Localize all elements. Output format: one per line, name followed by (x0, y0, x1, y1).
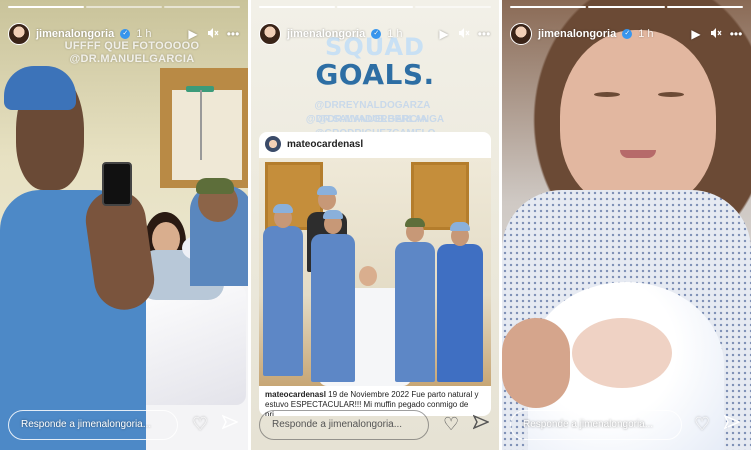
story-panel-2[interactable]: SQUAD GOALS. @DRREYNALDOGARZA @DR.SALVAD… (251, 0, 499, 450)
surgical-cap (323, 210, 343, 219)
story-username[interactable]: jimenalongoria (287, 28, 365, 40)
mute-icon[interactable] (457, 27, 471, 42)
story-time: 1 h (136, 28, 152, 40)
reply-input[interactable]: Responde a jimenalongoria... (510, 410, 682, 440)
surgical-cap (405, 218, 425, 227)
surgeon-figure (395, 242, 435, 382)
story-header: jimenalongoria ✓ 1 h ▶ ••• (8, 22, 240, 46)
phone-in-hand (102, 162, 132, 206)
mother-face (560, 30, 716, 210)
avatar[interactable] (8, 23, 30, 45)
mother-head (359, 266, 377, 286)
mother-smile (620, 150, 656, 158)
story-username[interactable]: jimenalongoria (538, 28, 616, 40)
story-header: jimenalongoria ✓ 1 h ▶ ••• (259, 22, 491, 46)
caption-username[interactable]: mateocardenasl (265, 390, 326, 399)
send-icon[interactable] (221, 414, 239, 435)
story-header: jimenalongoria ✓ 1 h ▶ ••• (510, 22, 743, 46)
medical-shelf (172, 90, 242, 180)
mother-hand (502, 318, 570, 408)
newborn-head (572, 318, 672, 388)
story-time: 1 h (387, 28, 403, 40)
send-icon[interactable] (723, 414, 741, 435)
mother-eye (658, 92, 684, 97)
play-icon[interactable]: ▶ (437, 27, 451, 41)
more-icon[interactable]: ••• (477, 27, 491, 41)
heart-icon[interactable]: ♡ (192, 414, 208, 435)
story-progress-bar (510, 6, 743, 8)
reshared-post-header: mateocardenasl (259, 132, 491, 156)
iv-line (200, 90, 202, 160)
reply-input[interactable]: Responde a jimenalongoria... (259, 410, 429, 440)
story-panel-1[interactable]: UFFFF QUE FOTOOOOO @DR.MANUELGARCIA jime… (0, 0, 248, 450)
mute-icon[interactable] (709, 27, 723, 42)
headline-goals: GOALS. (315, 58, 435, 91)
play-icon[interactable]: ▶ (186, 27, 200, 41)
surgeon-figure (263, 226, 303, 376)
story-overlay-mention[interactable]: @DR.MANUELGARCIA (62, 53, 202, 65)
reshared-post-photo (259, 158, 491, 386)
story-progress-bar (8, 6, 240, 8)
mother-eye (594, 92, 620, 97)
verified-badge-icon: ✓ (622, 29, 633, 39)
surgical-cap (273, 204, 293, 213)
surgeon-figure (311, 234, 355, 382)
reply-input[interactable]: Responde a jimenalongoria... (8, 410, 178, 440)
send-icon[interactable] (472, 414, 490, 435)
more-icon[interactable]: ••• (729, 27, 743, 41)
mention-link[interactable]: @DRREYNALDOGARZA (314, 100, 430, 111)
reshared-username[interactable]: mateocardenasl (287, 139, 363, 150)
story-time: 1 h (638, 28, 654, 40)
verified-badge-icon: ✓ (120, 29, 131, 39)
mute-icon[interactable] (206, 27, 220, 42)
surgical-cap (450, 222, 470, 231)
mention-link[interactable]: @DR.MANUELGARCIA (318, 114, 427, 125)
father-cap (196, 178, 234, 194)
story-progress-bar (259, 6, 491, 8)
avatar[interactable] (510, 23, 532, 45)
surgical-cap (4, 66, 76, 110)
play-icon[interactable]: ▶ (689, 27, 703, 41)
avatar[interactable] (259, 23, 281, 45)
heart-icon[interactable]: ♡ (443, 414, 459, 435)
reshared-post-card[interactable]: mateocardenasl mateocardenasl 19 de Novi… (259, 132, 491, 416)
surgical-cap (317, 186, 337, 195)
more-icon[interactable]: ••• (226, 27, 240, 41)
story-panel-3[interactable]: jimenalongoria ✓ 1 h ▶ ••• Responde a ji… (502, 0, 751, 450)
surgeon-figure (437, 244, 483, 382)
story-username[interactable]: jimenalongoria (36, 28, 114, 40)
verified-badge-icon: ✓ (371, 29, 382, 39)
avatar[interactable] (265, 136, 281, 152)
heart-icon[interactable]: ♡ (694, 414, 710, 435)
